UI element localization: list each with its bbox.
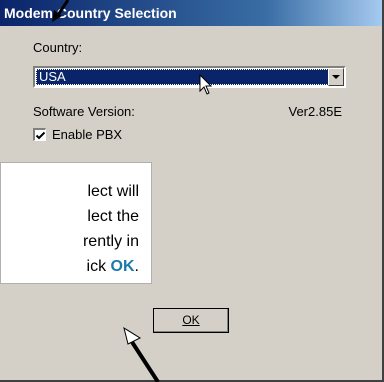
software-version-value: Ver2.85E bbox=[288, 104, 343, 119]
callout-line-4-suffix: . bbox=[134, 258, 139, 275]
callout-ok-word: OK bbox=[110, 258, 135, 275]
callout-line-3: rently in bbox=[82, 233, 139, 250]
instruction-callout: lect will lect the rently in ick OK. bbox=[0, 162, 152, 284]
pointer-arrow-top-icon bbox=[52, 0, 70, 22]
dropdown-button[interactable] bbox=[328, 68, 344, 86]
callout-line-2: lect the bbox=[87, 208, 139, 225]
country-label: Country: bbox=[33, 40, 83, 55]
enable-pbx-label[interactable]: Enable PBX bbox=[52, 127, 122, 142]
pointer-arrow-bottom-icon bbox=[123, 326, 160, 382]
country-dropdown[interactable]: USA bbox=[33, 66, 346, 88]
software-version-label: Software Version: bbox=[33, 104, 135, 119]
callout-line-4-prefix: ick bbox=[86, 258, 111, 275]
callout-line-4: ick OK. bbox=[83, 254, 139, 279]
ok-button-label: OK bbox=[182, 313, 200, 327]
country-selected-value[interactable]: USA bbox=[36, 69, 329, 85]
window-title: Modem Country Selection bbox=[4, 5, 177, 21]
chevron-down-icon bbox=[332, 75, 340, 79]
callout-line-1: lect will bbox=[87, 183, 139, 200]
enable-pbx-checkbox[interactable] bbox=[33, 128, 46, 141]
check-icon bbox=[35, 131, 46, 140]
mouse-pointer-icon bbox=[199, 74, 213, 95]
